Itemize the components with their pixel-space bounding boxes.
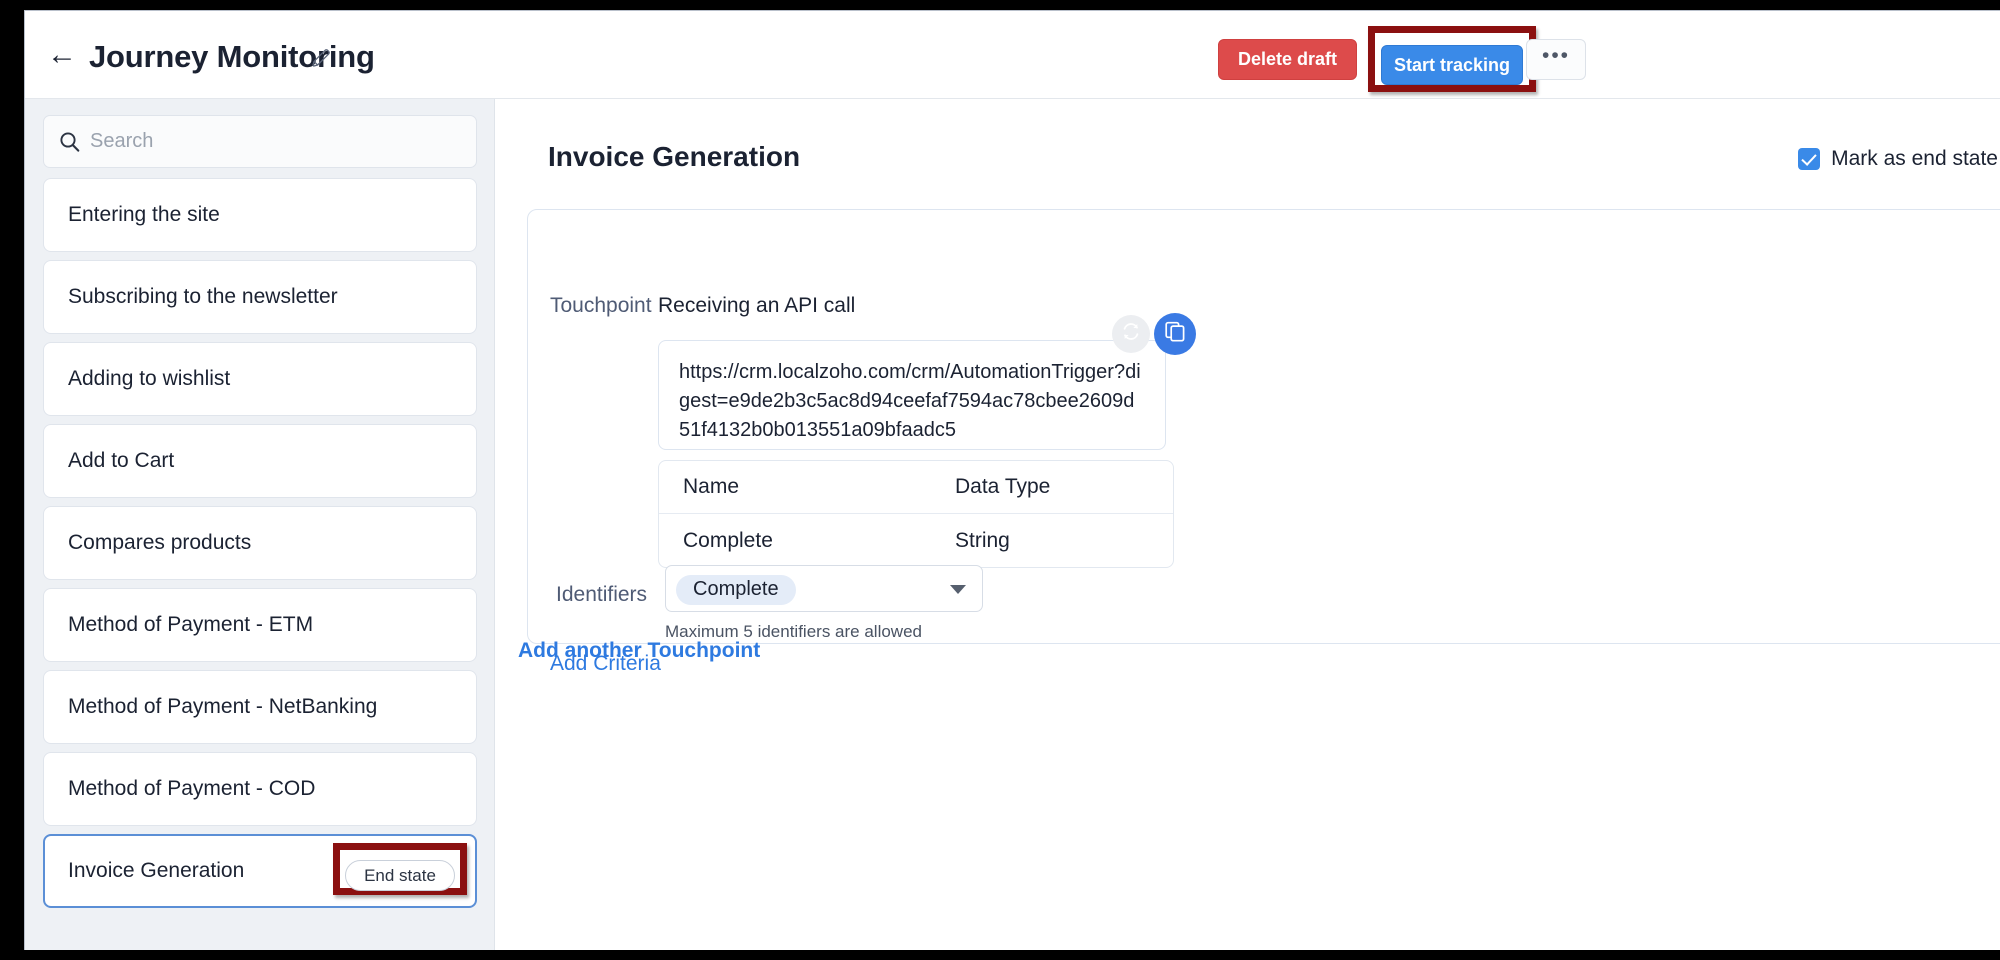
sidebar-item-compares-products[interactable]: Compares products xyxy=(43,506,477,580)
sidebar-item-label: Subscribing to the newsletter xyxy=(68,285,338,308)
sidebar-item-method-of-payment-etm[interactable]: Method of Payment - ETM xyxy=(43,588,477,662)
sidebar-item-label: Adding to wishlist xyxy=(68,367,231,390)
sidebar-item-invoice-generation[interactable]: Invoice Generation End state xyxy=(43,834,477,908)
app-header: ← Journey Monitoring Delete draft Start … xyxy=(25,11,2000,99)
touchpoint-card: Touchpoint Receiving an API call https:/… xyxy=(527,209,2000,675)
mark-as-end-state-checkbox[interactable]: Mark as end state xyxy=(1798,147,1998,171)
start-tracking-button[interactable]: Start tracking xyxy=(1381,45,1523,85)
webhook-url-text: https://crm.localzoho.com/crm/Automation… xyxy=(679,361,1141,441)
column-header-name: Name xyxy=(683,475,740,498)
sidebar-item-subscribing-to-the-newsletter[interactable]: Subscribing to the newsletter xyxy=(43,260,477,334)
table-row: Complete String xyxy=(659,514,1173,567)
chevron-down-icon[interactable] xyxy=(950,585,966,594)
more-options-icon[interactable]: ••• xyxy=(1526,39,1586,80)
sidebar-item-entering-the-site[interactable]: Entering the site xyxy=(43,178,477,252)
sidebar-item-label: Method of Payment - NetBanking xyxy=(68,695,378,718)
sidebar-item-label: Method of Payment - ETM xyxy=(68,613,314,636)
sidebar-item-add-to-cart[interactable]: Add to Cart xyxy=(43,424,477,498)
add-another-touchpoint-link[interactable]: Add another Touchpoint xyxy=(518,639,760,663)
screenshot-frame: ← Journey Monitoring Delete draft Start … xyxy=(0,0,2000,960)
end-state-highlight-annotation: End state xyxy=(333,843,467,895)
journey-sidebar: Entering the site Subscribing to the new… xyxy=(25,99,495,950)
touchpoint-value: Receiving an API call xyxy=(658,294,856,317)
parameters-table: Name Data Type Complete String xyxy=(658,460,1174,568)
status-badge: End state xyxy=(345,860,455,891)
arrow-left-icon[interactable]: ← xyxy=(44,40,80,70)
main-content: Invoice Generation Mark as end state Tou… xyxy=(496,99,2000,950)
search-icon xyxy=(58,130,82,154)
cell-data-type: String xyxy=(955,528,1010,552)
sidebar-item-label: Add to Cart xyxy=(68,449,175,472)
section-title: Invoice Generation xyxy=(548,141,801,172)
webhook-url-box[interactable]: https://crm.localzoho.com/crm/Automation… xyxy=(658,340,1166,450)
identifiers-label: Identifiers xyxy=(556,583,648,606)
refresh-icon[interactable] xyxy=(1112,315,1150,353)
mark-as-end-state-label: Mark as end state xyxy=(1831,147,1998,170)
identifiers-select[interactable]: Complete xyxy=(665,565,983,612)
sidebar-item-method-of-payment-cod[interactable]: Method of Payment - COD xyxy=(43,752,477,826)
table-header-row: Name Data Type xyxy=(659,461,1173,514)
touchpoint-label: Touchpoint xyxy=(550,294,652,317)
search-box[interactable] xyxy=(43,115,477,168)
sidebar-item-adding-to-wishlist[interactable]: Adding to wishlist xyxy=(43,342,477,416)
cell-name: Complete xyxy=(683,528,773,552)
sidebar-item-label: Invoice Generation xyxy=(68,859,245,882)
column-header-data-type: Data Type xyxy=(955,475,1051,498)
checkbox-checked-icon[interactable] xyxy=(1798,148,1821,170)
search-input[interactable] xyxy=(90,116,470,167)
start-tracking-highlight-annotation: Start tracking xyxy=(1368,26,1536,92)
pencil-icon[interactable] xyxy=(310,47,332,69)
copy-glyph xyxy=(1163,320,1187,349)
delete-draft-button[interactable]: Delete draft xyxy=(1217,39,1357,80)
application-window: ← Journey Monitoring Delete draft Start … xyxy=(24,10,2000,950)
sidebar-item-label: Entering the site xyxy=(68,203,220,226)
refresh-glyph xyxy=(1120,321,1142,348)
sidebar-item-label: Compares products xyxy=(68,531,252,554)
sidebar-item-label: Method of Payment - COD xyxy=(68,777,316,800)
copy-icon[interactable] xyxy=(1154,313,1196,355)
identifier-chip[interactable]: Complete xyxy=(676,575,796,605)
sidebar-item-method-of-payment-netbanking[interactable]: Method of Payment - NetBanking xyxy=(43,670,477,744)
